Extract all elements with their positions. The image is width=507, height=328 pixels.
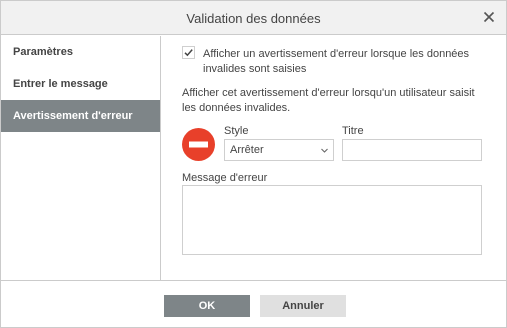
sidebar-item-parametres[interactable]: Paramètres xyxy=(1,36,160,68)
dialog-footer: OK Annuler xyxy=(1,280,506,327)
show-error-alert-checkbox[interactable] xyxy=(182,46,195,59)
cancel-button[interactable]: Annuler xyxy=(260,295,346,317)
show-error-alert-label[interactable]: Afficher un avertissement d'erreur lorsq… xyxy=(203,47,493,77)
ok-button[interactable]: OK xyxy=(164,295,250,317)
close-icon[interactable] xyxy=(481,9,497,25)
stop-icon xyxy=(182,128,215,161)
title-label: Titre xyxy=(342,125,364,137)
title-input[interactable] xyxy=(342,139,482,161)
error-message-label: Message d'erreur xyxy=(182,172,268,184)
sidebar: Paramètres Entrer le message Avertisseme… xyxy=(1,36,161,280)
chevron-down-icon xyxy=(320,146,329,155)
dialog-titlebar: Validation des données xyxy=(1,1,506,35)
style-select-value: Arrêter xyxy=(230,144,264,156)
error-message-textarea[interactable] xyxy=(182,185,482,255)
data-validation-dialog: Validation des données Paramètres Entrer… xyxy=(0,0,507,328)
dialog-title: Validation des données xyxy=(186,11,321,26)
info-text: Afficher cet avertissement d'erreur lors… xyxy=(182,87,475,114)
style-label: Style xyxy=(224,125,249,137)
style-select[interactable]: Arrêter xyxy=(224,139,334,161)
sidebar-item-avertissement-erreur[interactable]: Avertissement d'erreur xyxy=(1,100,160,132)
sidebar-item-entrer-message[interactable]: Entrer le message xyxy=(1,68,160,100)
